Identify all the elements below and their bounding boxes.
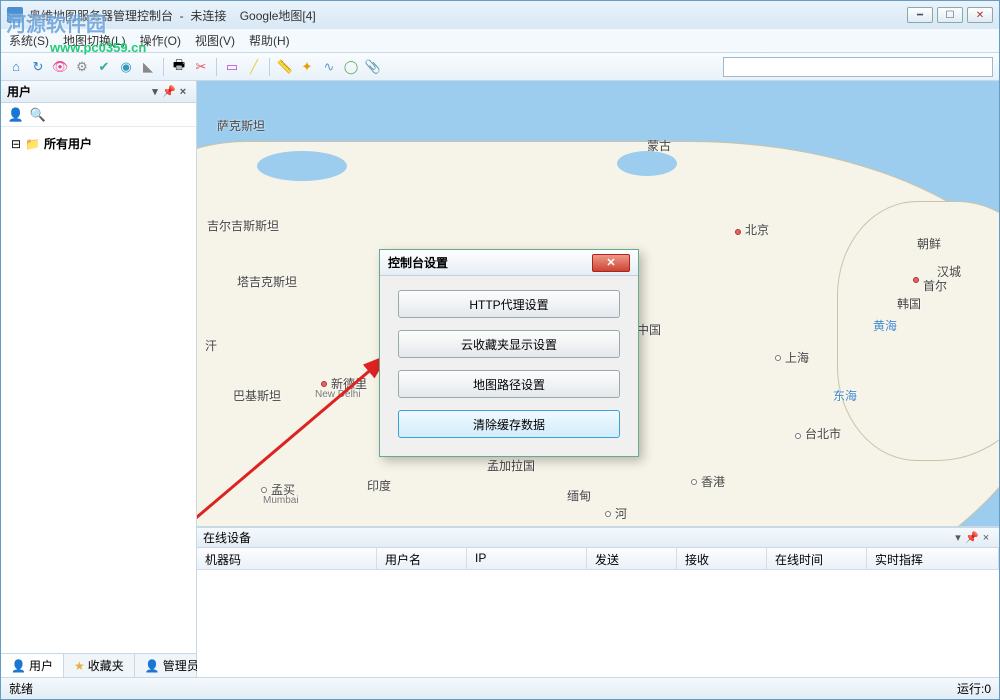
dialog-title: 控制台设置 [388, 254, 448, 271]
city-shanghai [775, 355, 781, 361]
panel-dropdown-icon[interactable]: ▾ [951, 531, 965, 544]
left-tab-strip: 👤用户 ★收藏夹 👤管理员 [1, 653, 196, 677]
search-icon[interactable]: 🔍 [29, 106, 47, 124]
cloud-fav-button[interactable]: 云收藏夹显示设置 [398, 330, 620, 358]
col-recv[interactable]: 接收 [677, 548, 767, 569]
left-panel: 用户 ▾ 📌 × 👤 🔍 ⊟ 📁 所有用户 👤用户 ★收藏夹 � [1, 81, 197, 677]
window-controls: ━ ☐ ✕ [907, 7, 993, 23]
panel-pin-icon[interactable]: 📌 [965, 531, 979, 544]
status-running: 运行:0 [957, 680, 991, 697]
toolbar-separator [216, 58, 217, 76]
tree-toolbar: 👤 🔍 [1, 103, 196, 127]
toolbar-separator [163, 58, 164, 76]
tab-favorites[interactable]: ★收藏夹 [64, 654, 135, 677]
toolbar: ⌂ ↻ 👁 ⚙ ✔ ◉ ◣ 🖶 ✂ ▭ ╱ 📏 ✦ ∿ ◯ 📎 [1, 53, 999, 81]
map-canvas[interactable]: 萨克斯坦 蒙古 吉尔吉斯斯坦 塔吉克斯坦 汗 巴基斯坦 印度 孟加拉国 缅甸 中… [197, 81, 999, 527]
expand-icon: ⊟ [11, 137, 21, 151]
clear-cache-button[interactable]: 清除缓存数据 [398, 410, 620, 438]
dialog-titlebar[interactable]: 控制台设置 ✕ [380, 250, 638, 276]
connection-status: 未连接 [190, 9, 226, 23]
col-send[interactable]: 发送 [587, 548, 677, 569]
title-text: 奥维地图服务器管理控制台 - 未连接 Google地图[4] [29, 7, 907, 24]
app-icon [7, 7, 23, 23]
console-settings-dialog: 控制台设置 ✕ HTTP代理设置 云收藏夹显示设置 地图路径设置 清除缓存数据 [379, 249, 639, 457]
cut-icon[interactable]: ✂ [192, 58, 210, 76]
device-table-header: 机器码 用户名 IP 发送 接收 在线时间 实时指挥 [197, 548, 999, 570]
menu-view[interactable]: 视图(V) [195, 32, 235, 49]
col-online-time[interactable]: 在线时间 [767, 548, 867, 569]
map-source-label: Google地图[4] [240, 9, 316, 23]
menu-system[interactable]: 系统(S) [9, 32, 49, 49]
app-name: 奥维地图服务器管理控制台 [29, 9, 173, 23]
city-mumbai [261, 487, 267, 493]
tree-body: ⊟ 📁 所有用户 [1, 127, 196, 653]
tab-favorites-label: 收藏夹 [88, 657, 124, 674]
center-column: 萨克斯坦 蒙古 吉尔吉斯斯坦 塔吉克斯坦 汗 巴基斯坦 印度 孟加拉国 缅甸 中… [197, 81, 999, 677]
city-seoul [913, 277, 919, 283]
device-table-body [197, 570, 999, 677]
user-icon: 👤 [11, 659, 26, 673]
map-path-button[interactable]: 地图路径设置 [398, 370, 620, 398]
gear-icon[interactable]: ⚙ [73, 58, 91, 76]
attach-icon[interactable]: 📎 [364, 58, 382, 76]
menu-help[interactable]: 帮助(H) [249, 32, 290, 49]
menu-map-switch[interactable]: 地图切换(L) [63, 32, 126, 49]
panel-close-icon[interactable]: × [979, 532, 993, 544]
tree-root-node[interactable]: ⊟ 📁 所有用户 [7, 133, 190, 154]
maximize-button[interactable]: ☐ [937, 7, 963, 23]
shape-icon[interactable]: ◯ [342, 58, 360, 76]
main-area: 用户 ▾ 📌 × 👤 🔍 ⊟ 📁 所有用户 👤用户 ★收藏夹 � [1, 81, 999, 677]
city-beijing [735, 229, 741, 235]
online-devices-panel: 在线设备 ▾ 📌 × 机器码 用户名 IP 发送 接收 在线时间 实时指挥 [197, 527, 999, 677]
col-realtime[interactable]: 实时指挥 [867, 548, 999, 569]
left-panel-title: 用户 [7, 83, 31, 100]
reconnect-icon[interactable]: ↻ [29, 58, 47, 76]
panel-close-icon[interactable]: × [176, 86, 190, 98]
titlebar: 奥维地图服务器管理控制台 - 未连接 Google地图[4] ━ ☐ ✕ [1, 1, 999, 29]
tab-users-label: 用户 [29, 657, 53, 674]
globe-icon[interactable]: ◉ [117, 58, 135, 76]
tree-root-label: 所有用户 [44, 135, 92, 152]
bottom-panel-title: 在线设备 [203, 529, 251, 546]
search-combo[interactable] [723, 57, 993, 77]
folder-icon: 📁 [25, 137, 40, 151]
col-username[interactable]: 用户名 [377, 548, 467, 569]
col-ip[interactable]: IP [467, 548, 587, 569]
status-ready: 就绪 [9, 680, 33, 697]
left-panel-header: 用户 ▾ 📌 × [1, 81, 196, 103]
path-icon[interactable]: ∿ [320, 58, 338, 76]
menu-operate[interactable]: 操作(O) [140, 32, 181, 49]
close-button[interactable]: ✕ [967, 7, 993, 23]
eye-icon[interactable]: 👁 [51, 58, 69, 76]
panel-dropdown-icon[interactable]: ▾ [148, 85, 162, 98]
star-icon: ★ [74, 659, 85, 673]
tab-admin-label: 管理员 [163, 657, 199, 674]
panel-pin-icon[interactable]: 📌 [162, 85, 176, 98]
user-icon[interactable]: 👤 [7, 106, 25, 124]
admin-icon: 👤 [145, 659, 160, 673]
ruler-icon[interactable]: 📏 [276, 58, 294, 76]
check-icon[interactable]: ✔ [95, 58, 113, 76]
tab-users[interactable]: 👤用户 [1, 654, 64, 677]
col-device-id[interactable]: 机器码 [197, 548, 377, 569]
tag-icon[interactable]: ◣ [139, 58, 157, 76]
app-window: 奥维地图服务器管理控制台 - 未连接 Google地图[4] ━ ☐ ✕ 系统(… [0, 0, 1000, 700]
city-taipei [795, 433, 801, 439]
minimize-button[interactable]: ━ [907, 7, 933, 23]
bottom-panel-header: 在线设备 ▾ 📌 × [197, 528, 999, 548]
statusbar: 就绪 运行:0 [1, 677, 999, 699]
city-hk [691, 479, 697, 485]
dialog-close-button[interactable]: ✕ [592, 254, 630, 272]
line-icon[interactable]: ╱ [245, 58, 263, 76]
pin-icon[interactable]: ✦ [298, 58, 316, 76]
dialog-body: HTTP代理设置 云收藏夹显示设置 地图路径设置 清除缓存数据 [380, 276, 638, 456]
http-proxy-button[interactable]: HTTP代理设置 [398, 290, 620, 318]
rect-select-icon[interactable]: ▭ [223, 58, 241, 76]
city-delhi [321, 381, 327, 387]
home-icon[interactable]: ⌂ [7, 58, 25, 76]
city-hanoi [605, 511, 611, 517]
toolbar-separator [269, 58, 270, 76]
print-icon[interactable]: 🖶 [170, 58, 188, 76]
menubar: 系统(S) 地图切换(L) 操作(O) 视图(V) 帮助(H) [1, 29, 999, 53]
